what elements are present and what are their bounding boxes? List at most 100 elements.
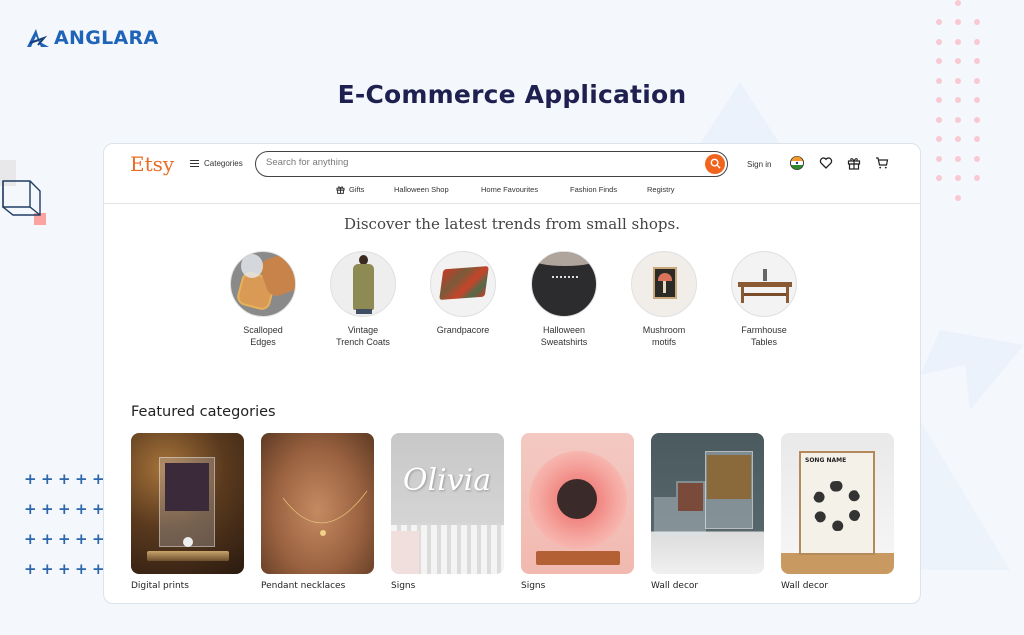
decorative-dot (955, 19, 961, 25)
trend-mushroom-motifs[interactable]: Mushroom motifs (614, 251, 714, 348)
trend-label: Grandpacore (436, 325, 490, 335)
trend-image (330, 251, 396, 317)
trend-farmhouse-tables[interactable]: Farmhouse Tables (714, 251, 814, 348)
featured-image (521, 433, 634, 574)
subnav-registry[interactable]: Registry (647, 185, 675, 194)
gift-icon (336, 186, 345, 194)
subnav-home-favourites[interactable]: Home Favourites (481, 185, 538, 194)
decorative-dot (936, 58, 942, 64)
etsy-screenshot-card: Etsy Categories Sign in (103, 143, 921, 604)
decorative-plus: + (75, 530, 88, 548)
trend-image (731, 251, 797, 317)
decorative-plus: + (41, 500, 54, 518)
decorative-dot (936, 136, 942, 142)
subnav-label: Halloween Shop (394, 185, 449, 194)
decorative-dot (955, 0, 961, 6)
featured-digital-prints[interactable]: Digital prints (131, 433, 245, 591)
decorative-arrow-shape (920, 330, 1024, 570)
featured-image (261, 433, 374, 574)
decorative-dot (936, 38, 942, 45)
decorative-dot (955, 38, 961, 45)
olivia-sign-text: Olivia (402, 463, 492, 498)
subnav-halloween-shop[interactable]: Halloween Shop (394, 185, 449, 194)
decorative-plus: + (75, 560, 88, 578)
featured-image: SONG NAME (781, 433, 894, 574)
featured-categories-title: Featured categories (131, 404, 276, 420)
decorative-dot (936, 19, 942, 25)
search-bar (255, 151, 728, 177)
featured-label: Wall decor (651, 581, 699, 591)
subnav-fashion-finds[interactable]: Fashion Finds (570, 185, 617, 194)
discover-heading: Discover the latest trends from small sh… (344, 215, 680, 233)
subnav-gifts[interactable]: Gifts (336, 185, 364, 194)
decorative-dot (955, 116, 961, 123)
subnav-label: Registry (647, 185, 675, 194)
decorative-dot (974, 58, 980, 64)
featured-label: Digital prints (131, 581, 189, 591)
decorative-dot (955, 58, 961, 64)
hamburger-icon (190, 160, 199, 167)
trend-image (230, 251, 296, 317)
featured-signs-vinyl[interactable]: Signs (521, 433, 635, 591)
cube-icon (0, 160, 46, 225)
decorative-dot (955, 155, 961, 162)
decorative-dot (974, 19, 980, 25)
decorative-plus: + (41, 530, 54, 548)
decorative-dot (974, 155, 980, 162)
decorative-plus: + (58, 470, 71, 488)
subnav-label: Home Favourites (481, 185, 539, 194)
etsy-header: Etsy Categories Sign in (104, 144, 920, 204)
decorative-plus: + (24, 470, 37, 488)
trend-label: Mushroom motifs (642, 325, 686, 347)
trend-label: Scalloped Edges (243, 325, 283, 347)
decorative-dot (955, 175, 961, 181)
trend-scalloped-edges[interactable]: Scalloped Edges (213, 251, 313, 348)
decorative-dot (955, 136, 961, 142)
decorative-plus: + (24, 560, 37, 578)
featured-pendant-necklaces[interactable]: Pendant necklaces (261, 433, 375, 591)
featured-image (131, 433, 244, 574)
sign-in-link[interactable]: Sign in (747, 160, 771, 169)
heart-icon[interactable] (819, 156, 833, 170)
decorative-dot (936, 116, 942, 123)
featured-image (651, 433, 764, 574)
etsy-logo[interactable]: Etsy (130, 152, 174, 176)
featured-wall-decor-song-poster[interactable]: SONG NAME Wall decor (781, 433, 895, 591)
anglara-logo-icon (27, 29, 49, 47)
decorative-plus: + (75, 470, 88, 488)
decorative-plus: + (41, 560, 54, 578)
decorative-dot (974, 38, 980, 45)
featured-signs-olivia[interactable]: Olivia Signs (391, 433, 505, 591)
featured-wall-decor-acrylic[interactable]: Wall decor (651, 433, 765, 591)
anglara-logo: ANGLARA (26, 27, 158, 49)
decorative-dot (974, 116, 980, 123)
featured-label: Signs (391, 581, 416, 591)
subnav-label: Gifts (349, 185, 365, 194)
trend-image (631, 251, 697, 317)
featured-label: Signs (521, 581, 546, 591)
trend-halloween-sweatshirts[interactable]: Halloween Sweatshirts (514, 251, 614, 348)
trend-label: Halloween Sweatshirts (540, 325, 588, 347)
featured-label: Pendant necklaces (261, 581, 346, 591)
categories-button[interactable]: Categories (190, 159, 243, 168)
decorative-dot (936, 155, 942, 162)
gift-icon[interactable] (847, 156, 861, 170)
search-button[interactable] (705, 153, 725, 174)
brand-name: ANGLARA (54, 27, 159, 49)
trend-vintage-trench-coats[interactable]: Vintage Trench Coats (313, 251, 413, 348)
trend-label: Vintage Trench Coats (336, 325, 390, 347)
featured-image: Olivia (391, 433, 504, 574)
cart-icon[interactable] (875, 156, 889, 170)
search-icon (710, 158, 721, 169)
search-input[interactable] (266, 157, 686, 168)
decorative-plus: + (75, 500, 88, 518)
subnav-label: Fashion Finds (570, 185, 618, 194)
india-flag-icon[interactable] (790, 156, 804, 170)
decorative-plus: + (24, 500, 37, 518)
trend-grandpacore[interactable]: Grandpacore (413, 251, 513, 337)
trend-image (430, 251, 496, 317)
decorative-plus: + (58, 560, 71, 578)
trend-label: Farmhouse Tables (741, 325, 787, 347)
decorative-dot (936, 175, 942, 181)
decorative-plus: + (41, 470, 54, 488)
